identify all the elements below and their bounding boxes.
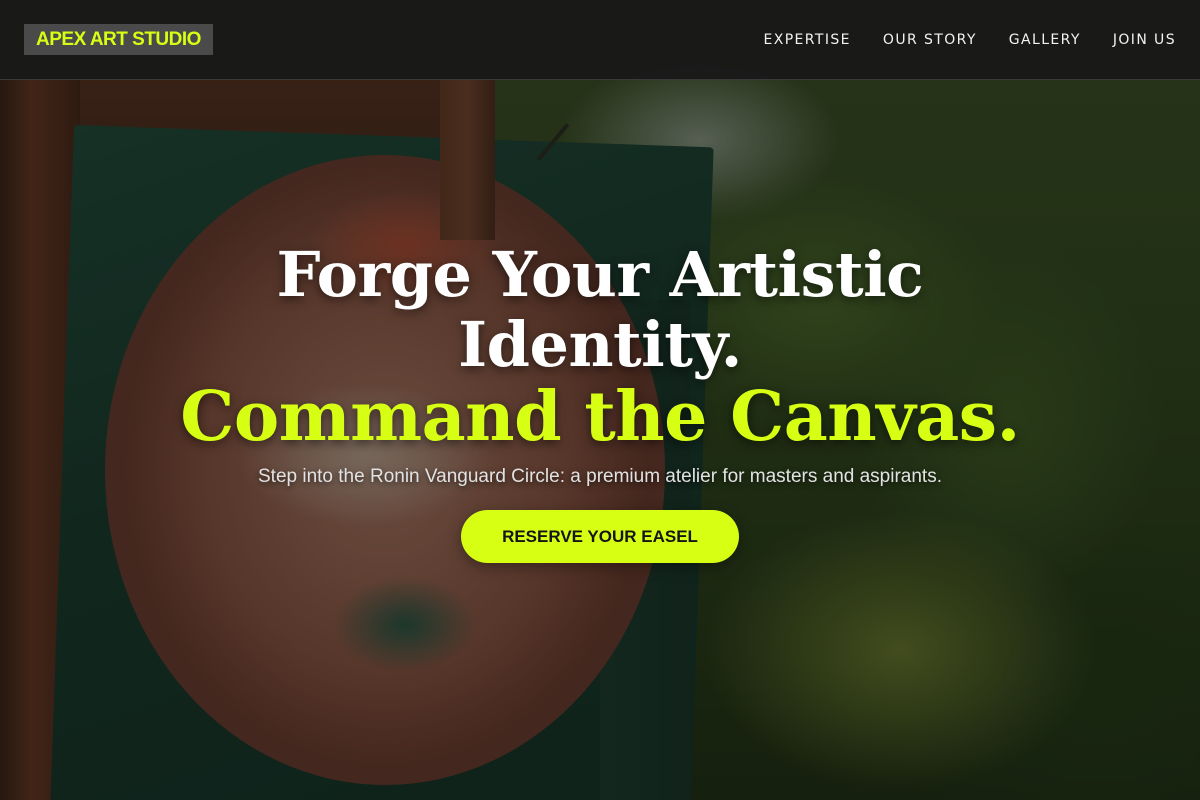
headline-line-2: Identity.	[458, 308, 742, 381]
nav-link-our-story[interactable]: OUR STORY	[883, 32, 977, 48]
headline-accent: Command the Canvas.	[180, 377, 1020, 457]
hero-subheadline: Step into the Ronin Vanguard Circle: a p…	[258, 466, 942, 487]
hero-headline: Forge Your Artistic Identity. Command th…	[0, 238, 1200, 457]
nav-link-join-us[interactable]: JOIN US	[1113, 32, 1176, 48]
top-navbar: APEX ART STUDIO EXPERTISE OUR STORY GALL…	[0, 0, 1200, 80]
headline-line-1: Forge Your Artistic	[276, 238, 924, 311]
hero-content: Forge Your Artistic Identity. Command th…	[0, 240, 1200, 563]
nav-link-gallery[interactable]: GALLERY	[1009, 32, 1081, 48]
nav-menu: EXPERTISE OUR STORY GALLERY JOIN US	[763, 32, 1176, 48]
reserve-easel-button[interactable]: RESERVE YOUR EASEL	[461, 510, 739, 563]
nav-link-expertise[interactable]: EXPERTISE	[763, 32, 850, 48]
studio-logo[interactable]: APEX ART STUDIO	[24, 24, 213, 55]
